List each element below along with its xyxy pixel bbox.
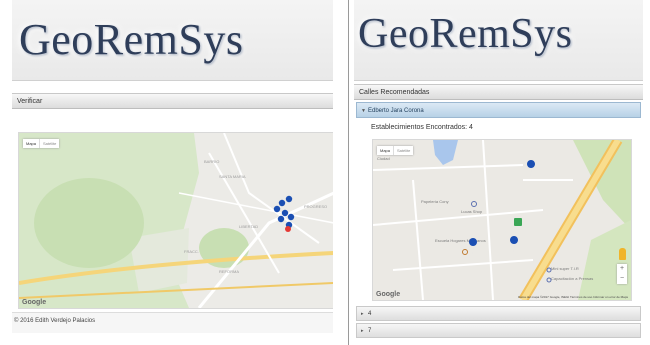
zoom-out-icon[interactable]: − <box>617 274 627 284</box>
caret-down-icon: ▼ <box>361 108 366 114</box>
map-type-mapa[interactable]: Mapa <box>23 139 39 148</box>
accordion-header-7[interactable]: ▸ 7 <box>356 323 641 338</box>
map-view[interactable]: BARRIO SANTA MARIA LIBERTAD FRACC. REFOR… <box>18 132 333 309</box>
svg-text:SANTA MARIA: SANTA MARIA <box>219 174 246 179</box>
svg-text:Capacitación a Prensas: Capacitación a Prensas <box>551 276 593 281</box>
svg-text:Mini super T.I.R: Mini super T.I.R <box>551 266 579 271</box>
svg-text:LIBERTAD: LIBERTAD <box>239 224 258 229</box>
left-panel: GeoRemSys Verificar BARRIO SANTA MARIA L… <box>12 0 333 345</box>
caret-right-icon: ▸ <box>361 311 364 317</box>
accordion-label: 4 <box>368 311 372 317</box>
svg-text:FRACC.: FRACC. <box>184 249 199 254</box>
footer-copyright: © 2016 Edith Verdejo Palacios <box>14 318 96 324</box>
accordion-label: Edberto Jara Corona <box>368 108 424 114</box>
google-logo: Google <box>376 291 401 298</box>
map-type-satelite[interactable]: Satélite <box>39 139 59 148</box>
accordion-header-4[interactable]: ▸ 4 <box>356 306 641 321</box>
section-bar-calles: Calles Recomendadas <box>354 84 643 100</box>
svg-text:Papelería Cony: Papelería Cony <box>421 199 449 204</box>
app-logo: GeoRemSys <box>358 11 573 57</box>
zoom-in-icon[interactable]: + <box>617 264 627 274</box>
section-bar-verificar: Verificar <box>12 93 333 109</box>
svg-text:PROGRESO: PROGRESO <box>304 204 327 209</box>
street-view-pegman-icon[interactable] <box>619 248 626 260</box>
header: GeoRemSys <box>12 0 333 81</box>
header: GeoRemSys <box>354 0 643 81</box>
accordion-label: 7 <box>368 328 372 334</box>
map-canvas[interactable]: BARRIO SANTA MARIA LIBERTAD FRACC. REFOR… <box>19 133 333 308</box>
map-type-control[interactable]: Mapa Satélite <box>23 139 60 148</box>
right-panel: GeoRemSys Calles Recomendadas ▼ Edberto … <box>354 0 643 345</box>
map-type-control[interactable]: Mapa Satélite <box>377 146 414 155</box>
map-type-satelite[interactable]: Satélite <box>393 146 413 155</box>
zoom-control[interactable]: + − <box>617 264 627 284</box>
google-logo: Google <box>22 299 47 306</box>
accordion-header-active[interactable]: ▼ Edberto Jara Corona <box>356 102 641 118</box>
map-view[interactable]: Ciudad Papelería Cony Lucas Shop Escuela… <box>372 139 632 301</box>
caret-right-icon: ▸ <box>361 328 364 334</box>
map-type-mapa[interactable]: Mapa <box>377 146 393 155</box>
svg-text:Ciudad: Ciudad <box>377 156 390 161</box>
current-location-pin <box>285 226 291 232</box>
svg-text:BARRIO: BARRIO <box>204 159 219 164</box>
svg-text:REFORMA: REFORMA <box>219 269 239 274</box>
found-count: Establecimientos Encontrados: 4 <box>371 124 473 131</box>
svg-text:Escuela Hogares Mexicanos: Escuela Hogares Mexicanos <box>435 238 486 243</box>
map-canvas[interactable]: Ciudad Papelería Cony Lucas Shop Escuela… <box>373 140 631 300</box>
map-attribution[interactable]: Datos del mapa ©2017 Google, INEGI Térmi… <box>518 295 628 299</box>
svg-text:Lucas Shop: Lucas Shop <box>461 209 483 214</box>
app-logo: GeoRemSys <box>19 15 244 64</box>
panel-divider <box>348 0 349 345</box>
